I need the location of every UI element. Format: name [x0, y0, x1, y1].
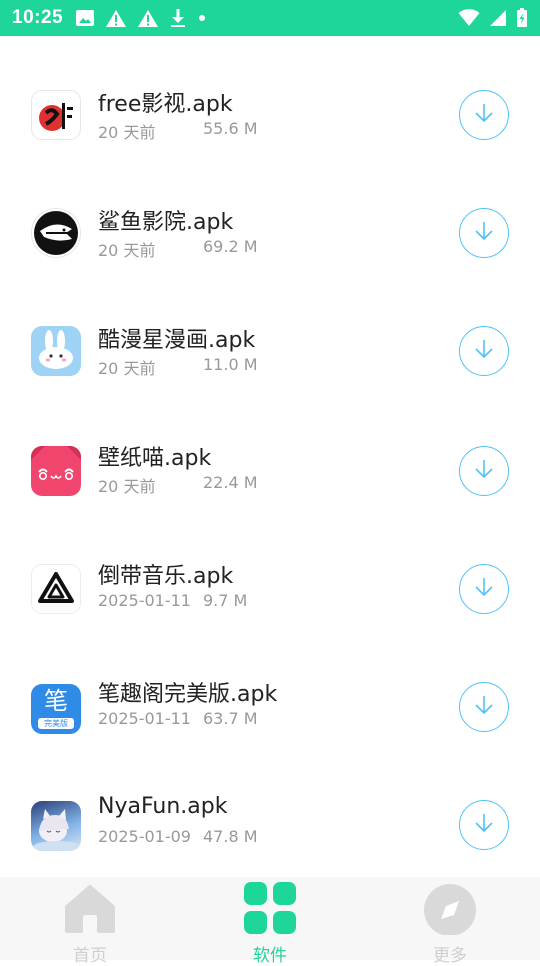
nav-label-more: 更多: [433, 946, 467, 966]
app-size: 47.8 M: [203, 827, 258, 846]
list-item[interactable]: 酷漫星漫画.apk 20 天前 11.0 M: [0, 272, 540, 390]
app-meta: 20 天前 11.0 M: [98, 355, 258, 379]
warning-icon: [137, 9, 159, 28]
status-time: 10:25: [12, 7, 64, 28]
nav-item-software[interactable]: 软件: [180, 877, 360, 966]
app-date: 20 天前: [98, 477, 156, 496]
download-arrow-icon: [472, 811, 496, 839]
app-size: 9.7 M: [203, 591, 248, 610]
dot-icon: [197, 13, 207, 23]
app-name: 酷漫星漫画.apk: [98, 328, 256, 353]
status-notification-icons: [75, 8, 207, 28]
app-size: 69.2 M: [203, 237, 258, 256]
download-button[interactable]: [459, 326, 509, 376]
biquge-icon-subtitle: 完美版: [38, 718, 74, 729]
download-arrow-icon: [472, 101, 496, 129]
battery-charging-icon: [516, 8, 528, 28]
app-date: 20 天前: [98, 241, 156, 260]
free-yingshi-app-icon: [31, 90, 81, 140]
nav-item-more[interactable]: 更多: [360, 877, 540, 966]
app-meta: 20 天前 22.4 M: [98, 473, 258, 497]
app-date: 20 天前: [98, 359, 156, 378]
download-button[interactable]: [459, 682, 509, 732]
app-date: 20 天前: [98, 123, 156, 142]
app-size: 11.0 M: [203, 355, 258, 374]
app-date: 2025-01-11: [98, 709, 191, 728]
download-arrow-icon: [472, 457, 496, 485]
compass-icon: [423, 881, 477, 936]
download-arrow-icon: [472, 693, 496, 721]
app-meta: 2025-01-11 9.7 M: [98, 591, 247, 610]
shark-cinema-app-icon: [31, 208, 81, 258]
bottom-nav: 首页 软件 更多: [0, 877, 540, 966]
download-button[interactable]: [459, 564, 509, 614]
download-button[interactable]: [459, 90, 509, 140]
list-item[interactable]: NyaFun.apk 2025-01-09 47.8 M: [0, 744, 540, 862]
download-arrow-icon: [472, 219, 496, 247]
download-arrow-icon: [472, 575, 496, 603]
app-name: 笔趣阁完美版.apk: [98, 682, 278, 707]
app-name: 鲨鱼影院.apk: [98, 210, 234, 235]
app-name: free影视.apk: [98, 92, 233, 117]
list-item[interactable]: 笔 完美版 笔趣阁完美版.apk 2025-01-11 63.7 M: [0, 626, 540, 744]
cell-signal-icon: [489, 9, 507, 27]
app-name: 壁纸喵.apk: [98, 446, 212, 471]
home-icon: [63, 881, 117, 935]
kuman-star-comic-app-icon: [31, 326, 81, 376]
app-meta: 2025-01-11 63.7 M: [98, 709, 258, 728]
app-meta: 2025-01-09 47.8 M: [98, 827, 258, 846]
app-date: 2025-01-09: [98, 827, 191, 846]
nyafun-app-icon: [31, 801, 81, 851]
download-icon: [169, 8, 187, 28]
app-date: 2025-01-11: [98, 591, 191, 610]
warning-icon: [105, 9, 127, 28]
app-size: 22.4 M: [203, 473, 258, 492]
status-bar: 10:25: [0, 0, 540, 36]
download-button[interactable]: [459, 800, 509, 850]
app-size: 55.6 M: [203, 119, 258, 138]
download-button[interactable]: [459, 208, 509, 258]
app-name: 倒带音乐.apk: [98, 564, 234, 589]
download-arrow-icon: [472, 337, 496, 365]
app-size: 63.7 M: [203, 709, 258, 728]
apps-grid-icon: [243, 881, 297, 935]
status-system-icons: [458, 8, 528, 28]
wifi-icon: [458, 9, 480, 27]
app-meta: 20 天前 55.6 M: [98, 119, 258, 143]
list-item[interactable]: free影视.apk 20 天前 55.6 M: [0, 36, 540, 154]
list-item[interactable]: 壁纸喵.apk 20 天前 22.4 M: [0, 390, 540, 508]
wallpaper-meow-app-icon: [31, 446, 81, 496]
app-name: NyaFun.apk: [98, 794, 228, 819]
image-icon: [75, 9, 95, 27]
nav-label-software: 软件: [253, 946, 287, 966]
rewind-music-app-icon: [31, 564, 81, 614]
list-item[interactable]: 倒带音乐.apk 2025-01-11 9.7 M: [0, 508, 540, 626]
app-meta: 20 天前 69.2 M: [98, 237, 258, 261]
list-item[interactable]: 鲨鱼影院.apk 20 天前 69.2 M: [0, 154, 540, 272]
nav-label-home: 首页: [73, 946, 107, 966]
download-button[interactable]: [459, 446, 509, 496]
nav-item-home[interactable]: 首页: [0, 877, 180, 966]
biquge-icon-char: 笔: [44, 687, 68, 715]
biquge-app-icon: 笔 完美版: [31, 684, 81, 734]
